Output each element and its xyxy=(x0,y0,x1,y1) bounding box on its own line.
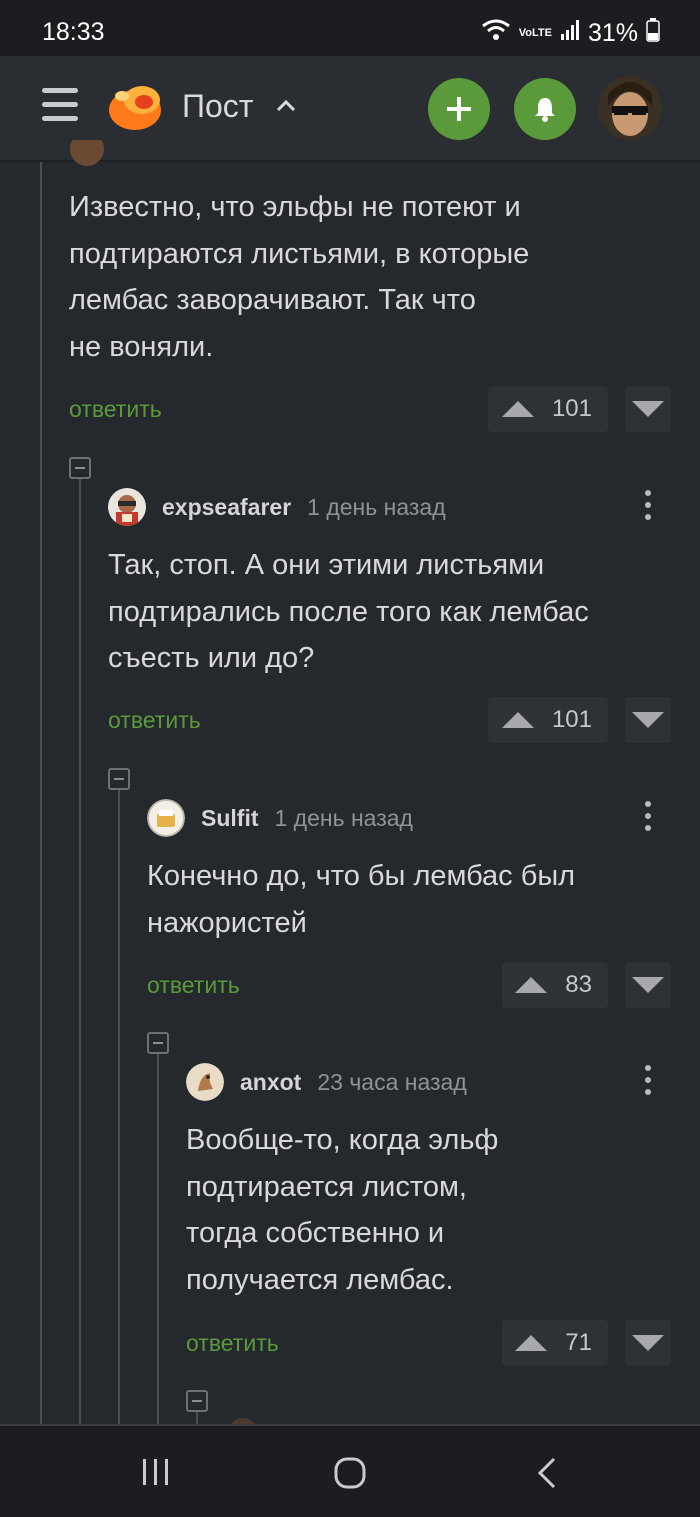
reply-button[interactable]: ответить xyxy=(147,972,240,999)
collapse-thread-button[interactable] xyxy=(108,768,130,790)
upvote-icon[interactable] xyxy=(515,1335,548,1351)
text-line: Конечно до, что бы лембас был xyxy=(147,860,576,892)
screen: 18:33 VoLTE 31% Пост Известно, что эльфы… xyxy=(0,0,700,1517)
username[interactable]: expseafarer xyxy=(162,494,291,521)
menu-icon[interactable] xyxy=(42,88,78,122)
text-line: съесть или до? xyxy=(108,642,315,674)
avatar[interactable] xyxy=(147,799,185,837)
thread-line xyxy=(79,478,81,1424)
text-line: не воняли. xyxy=(69,330,214,363)
comment-text: Известно, что эльфы не потеют и подтираю… xyxy=(69,184,669,370)
battery-icon xyxy=(646,18,660,49)
text-line: подтираются листьями, в которые xyxy=(69,237,530,270)
more-options-icon[interactable] xyxy=(643,1065,653,1099)
downvote-button[interactable] xyxy=(625,386,671,432)
text-line: получается лембас. xyxy=(186,1263,454,1296)
bell-icon xyxy=(535,98,555,122)
volte-icon: VoLTE xyxy=(518,27,552,39)
thread-line xyxy=(196,1412,198,1424)
text-line: Известно, что эльфы не потеют и xyxy=(69,191,521,223)
chevron-up-icon[interactable] xyxy=(274,94,298,118)
downvote-button[interactable] xyxy=(625,1320,671,1366)
more-options-icon[interactable] xyxy=(643,490,653,524)
timestamp: 23 часа назад xyxy=(317,1068,467,1095)
thread-line xyxy=(118,789,120,1424)
timestamp: 1 день назад xyxy=(307,493,446,520)
back-icon[interactable] xyxy=(534,1456,560,1495)
wifi-icon xyxy=(481,18,511,49)
downvote-icon xyxy=(632,1335,664,1351)
text-line: подтирались после того как лембас xyxy=(108,595,589,628)
text-line: тогда собственно и xyxy=(186,1217,445,1249)
user-avatar[interactable] xyxy=(598,76,662,140)
reply-button[interactable]: ответить xyxy=(186,1330,279,1357)
comment-text: Так, стоп. А они этими листьями подтирал… xyxy=(108,542,678,682)
downvote-icon xyxy=(632,712,664,728)
system-nav-bar xyxy=(0,1424,700,1517)
battery-percent: 31% xyxy=(587,19,638,47)
downvote-icon xyxy=(632,401,664,417)
vote-box: 71 xyxy=(502,1320,608,1366)
vote-box: 101 xyxy=(488,697,608,743)
thread-line xyxy=(157,1054,159,1424)
text-line: Так, стоп. А они этими листьями xyxy=(108,549,545,581)
upvote-icon[interactable] xyxy=(501,401,534,417)
more-options-icon[interactable] xyxy=(643,801,653,835)
notifications-button[interactable] xyxy=(514,78,576,140)
recent-apps-icon[interactable] xyxy=(140,1456,172,1493)
avatar[interactable] xyxy=(186,1063,224,1101)
comment-text: Конечно до, что бы лембас был нажористей xyxy=(147,853,677,946)
page-title[interactable]: Пост xyxy=(182,88,253,125)
downvote-button[interactable] xyxy=(625,697,671,743)
upvote-icon[interactable] xyxy=(515,977,548,993)
vote-box: 101 xyxy=(488,386,608,432)
comment-header: expseafarer 1 день назад xyxy=(108,487,446,527)
downvote-icon xyxy=(632,977,664,993)
timestamp: 1 день назад xyxy=(274,804,413,831)
vote-count: 101 xyxy=(551,706,592,733)
vote-box: 83 xyxy=(502,962,608,1008)
text-line: лембас заворачивают. Так что xyxy=(69,284,476,316)
downvote-button[interactable] xyxy=(625,962,671,1008)
text-line: нажористей xyxy=(147,906,307,939)
vote-count: 83 xyxy=(565,971,592,998)
add-post-button[interactable] xyxy=(428,78,490,140)
text-line: подтирается листом, xyxy=(186,1170,467,1203)
collapse-thread-button[interactable] xyxy=(147,1032,169,1054)
home-icon[interactable] xyxy=(333,1456,367,1495)
collapse-thread-button[interactable] xyxy=(186,1390,208,1412)
app-header: Пост xyxy=(0,56,700,162)
status-icons: VoLTE 31% xyxy=(481,18,660,49)
status-bar: 18:33 VoLTE 31% xyxy=(0,0,700,56)
avatar[interactable] xyxy=(108,488,146,526)
comment-text: Вообще-то, когда эльф подтирается листом… xyxy=(186,1117,676,1303)
vote-count: 71 xyxy=(565,1329,592,1356)
status-time: 18:33 xyxy=(42,18,105,46)
signal-icon xyxy=(560,19,580,48)
reply-button[interactable]: ответить xyxy=(108,707,201,734)
thread-line xyxy=(40,162,42,1424)
comment-header: anxot 23 часа назад xyxy=(186,1062,467,1102)
logo-icon[interactable] xyxy=(106,80,164,132)
username[interactable]: Sulfit xyxy=(201,805,259,832)
reply-button[interactable]: ответить xyxy=(69,396,162,423)
username[interactable]: anxot xyxy=(240,1069,301,1096)
avatar xyxy=(70,140,104,168)
comment-header: Sulfit 1 день назад xyxy=(147,798,413,838)
vote-count: 101 xyxy=(551,395,592,422)
upvote-icon[interactable] xyxy=(501,712,534,728)
text-line: Вообще-то, когда эльф xyxy=(186,1124,499,1156)
plus-icon xyxy=(447,97,471,121)
collapse-thread-button[interactable] xyxy=(69,457,91,479)
